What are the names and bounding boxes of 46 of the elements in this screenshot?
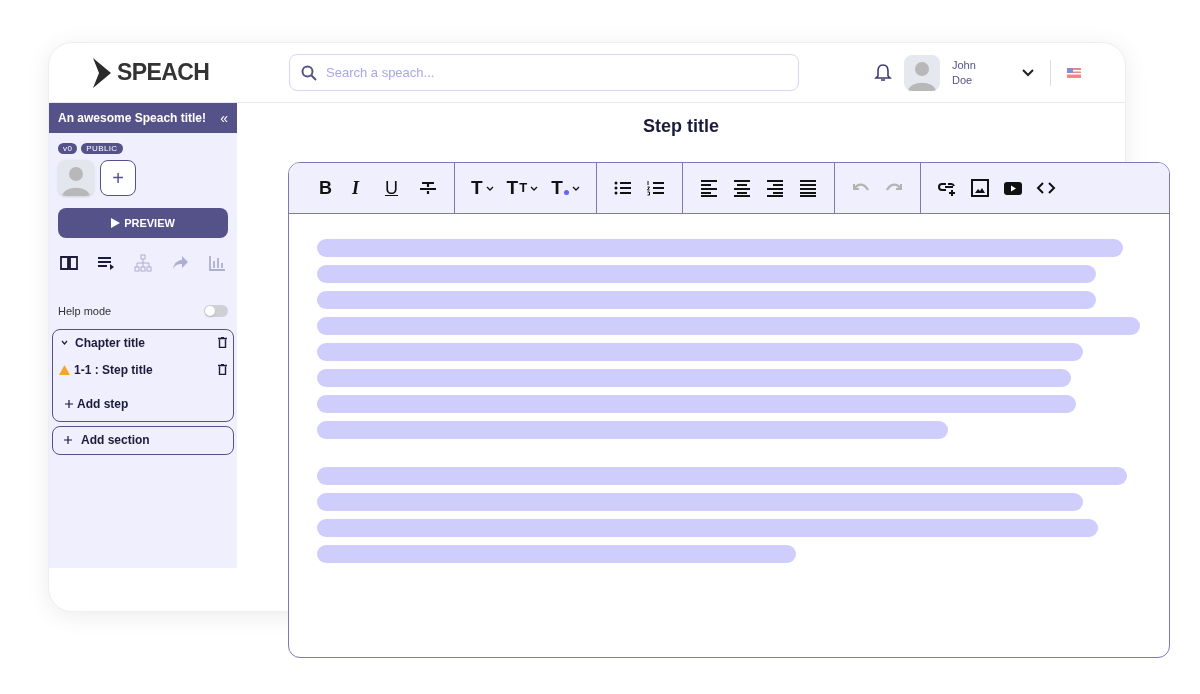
image-icon[interactable] [969, 178, 990, 198]
logo-icon [91, 57, 113, 88]
chevron-down-icon[interactable] [60, 340, 68, 345]
align-center-icon[interactable] [731, 178, 752, 198]
align-left-icon[interactable] [698, 178, 719, 198]
version-badge: v0 [58, 143, 78, 154]
caret-icon [571, 185, 580, 191]
search-icon [301, 65, 317, 81]
add-step-button[interactable]: Add step [65, 394, 129, 413]
heading-button[interactable]: T [471, 178, 494, 198]
logo: SPEACH [117, 58, 210, 88]
search-field[interactable]: Search a speach... [289, 54, 799, 91]
add-section-button[interactable]: Add section [52, 425, 234, 455]
book-icon[interactable] [59, 253, 79, 273]
speach-title: An awesome Speach title! [58, 110, 207, 127]
collapse-button[interactable]: « [220, 107, 228, 129]
font-size-button[interactable]: TT [506, 178, 539, 198]
caret-icon [485, 185, 494, 191]
bell-icon[interactable] [874, 62, 892, 83]
numbered-list-icon[interactable] [645, 178, 666, 198]
text-color-button[interactable]: T [551, 178, 580, 198]
italic-button[interactable]: I [352, 178, 372, 198]
author-avatar [58, 160, 94, 196]
avatar [904, 54, 940, 91]
play-icon [111, 218, 121, 228]
help-mode-label: Help mode [58, 304, 112, 319]
preview-button[interactable]: PREVIEW [58, 208, 228, 238]
chevron-down-icon[interactable] [1022, 68, 1034, 77]
user-first-name: John [952, 57, 977, 73]
caret-icon [530, 185, 539, 191]
plus-icon [64, 436, 72, 444]
chapter-title[interactable]: Chapter title [75, 333, 212, 352]
flag-icon[interactable] [1067, 67, 1081, 78]
plus-icon [65, 399, 73, 408]
underline-button[interactable]: U [385, 178, 405, 198]
bold-button[interactable]: B [319, 178, 339, 198]
trash-icon[interactable] [218, 364, 227, 375]
step-title: Step title [643, 115, 719, 138]
trash-icon[interactable] [218, 337, 227, 348]
help-mode-toggle[interactable] [204, 305, 228, 318]
justify-icon[interactable] [797, 178, 818, 198]
user-last-name: Doe [952, 72, 974, 88]
step-item[interactable]: 1-1 : Step title [74, 360, 214, 379]
align-right-icon[interactable] [764, 178, 785, 198]
add-author-button[interactable]: + [100, 160, 136, 196]
version-badge: PUBLIC [81, 143, 123, 154]
